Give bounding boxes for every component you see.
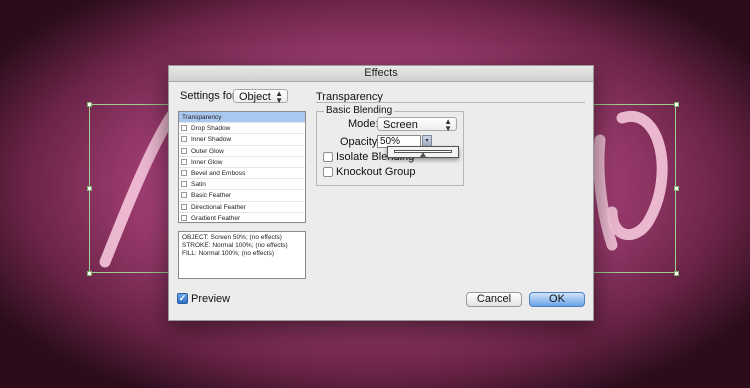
effects-dialog: Effects Settings for: Object ▲ ▼ Transpar… [168,65,594,321]
effects-list-item[interactable]: Gradient Feather [179,213,305,224]
summary-line: STROKE: Normal 100%; (no effects) [182,242,288,249]
selection-handle[interactable] [87,271,92,276]
effects-list-item[interactable]: Directional Feather [179,202,305,213]
selection-handle[interactable] [87,102,92,107]
effect-checkbox[interactable] [181,136,187,143]
effect-checkbox[interactable] [181,169,187,176]
selection-handle[interactable] [87,186,92,191]
selection-handle[interactable] [674,102,679,107]
effect-checkbox[interactable] [181,158,187,165]
effects-list-label: Bevel and Emboss [191,169,246,177]
effects-list: Transparency Drop Shadow Inner Shadow Outer… [178,111,306,224]
effects-list-item[interactable]: Inner Shadow [179,134,305,146]
effect-checkbox[interactable] [181,192,187,199]
effects-list-label: Satin [191,181,206,189]
dialog-title: Effects [169,66,593,82]
selection-handle[interactable] [674,186,679,191]
effects-list-label: Drop Shadow [191,125,231,133]
settings-for-popup[interactable]: Object ▲ ▼ [233,89,288,105]
popup-arrows-icon: ▲ ▼ [444,117,452,133]
settings-for-label: Settings for: [180,90,239,102]
opacity-slider-popup [387,146,459,158]
effects-list-label: Inner Shadow [191,136,232,144]
effects-list-label: Gradient Feather [191,214,241,222]
effect-checkbox[interactable] [181,147,187,154]
effect-checkbox[interactable] [181,181,187,188]
effects-list-item[interactable]: Inner Glow [179,157,305,168]
mode-popup[interactable]: Screen ▲ ▼ [377,117,457,133]
opacity-label: Opacity: [340,136,381,148]
effect-checkbox[interactable] [181,214,187,221]
effects-list-item[interactable]: Outer Glow [179,146,305,157]
isolate-blending-checkbox[interactable] [323,152,333,162]
effect-checkbox[interactable] [181,203,187,210]
effects-list-label: Basic Feather [191,192,232,200]
effects-list-item[interactable]: Drop Shadow [179,123,305,135]
effects-list-item[interactable]: Transparency [179,112,305,124]
summary-line: FILL: Normal 100%; (no effects) [182,250,275,257]
effects-list-item[interactable]: Satin [179,179,305,191]
popup-arrows-icon: ▲ ▼ [275,89,283,105]
effect-checkbox[interactable] [181,125,187,132]
settings-for-value: Object [239,91,271,103]
ok-button[interactable]: OK [529,292,585,307]
knockout-group-checkbox[interactable] [323,167,333,177]
group-title: Basic Blending [324,105,395,116]
cancel-button[interactable]: Cancel [466,292,522,307]
effects-summary: OBJECT: Screen 50%; (no effects) STROKE:… [178,231,306,279]
effects-list-label: Transparency [182,114,222,121]
effects-list-label: Outer Glow [191,147,224,155]
effects-list-label: Directional Feather [191,203,246,211]
opacity-slider-thumb[interactable] [420,152,426,157]
mode-value: Screen [383,119,418,131]
summary-line: OBJECT: Screen 50%; (no effects) [182,234,282,241]
preview-checkbox[interactable]: ✓ [177,293,188,304]
preview-label: Preview [191,293,231,305]
mode-label: Mode: [348,118,379,130]
selection-handle[interactable] [674,271,679,276]
effects-list-item[interactable]: Bevel and Emboss [179,168,305,180]
effects-list-label: Inner Glow [191,158,223,166]
knockout-group-label: Knockout Group [336,166,416,178]
divider [316,102,585,103]
effects-list-item[interactable]: Basic Feather [179,190,305,202]
